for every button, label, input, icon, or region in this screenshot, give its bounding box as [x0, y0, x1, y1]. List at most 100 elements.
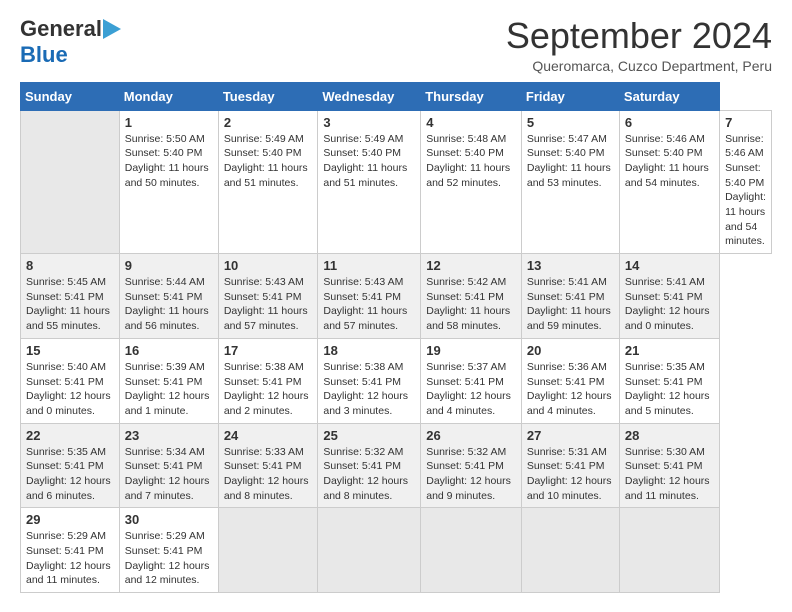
location-text: Queromarca, Cuzco Department, Peru [506, 58, 772, 74]
day-number: 19 [426, 343, 516, 358]
day-info: Sunrise: 5:45 AMSunset: 5:41 PMDaylight:… [26, 275, 114, 334]
weekday-header-wednesday: Wednesday [318, 82, 421, 110]
day-number: 9 [125, 258, 213, 273]
day-info: Sunrise: 5:30 AMSunset: 5:41 PMDaylight:… [625, 445, 714, 504]
calendar-cell: 26 Sunrise: 5:32 AMSunset: 5:41 PMDayligh… [421, 423, 522, 508]
weekday-header-tuesday: Tuesday [218, 82, 318, 110]
logo-blue-text: Blue [20, 42, 68, 68]
calendar-cell: 3Sunrise: 5:49 AMSunset: 5:40 PMDaylight… [318, 110, 421, 254]
calendar-cell [218, 508, 318, 593]
day-number: 6 [625, 115, 714, 130]
day-info: Sunrise: 5:47 AMSunset: 5:40 PMDaylight:… [527, 132, 614, 191]
day-info: Sunrise: 5:29 AMSunset: 5:41 PMDaylight:… [125, 529, 213, 588]
day-info: Sunrise: 5:41 AMSunset: 5:41 PMDaylight:… [625, 275, 714, 334]
calendar-cell: 11 Sunrise: 5:43 AMSunset: 5:41 PMDayligh… [318, 254, 421, 339]
day-number: 12 [426, 258, 516, 273]
calendar-cell: 10 Sunrise: 5:43 AMSunset: 5:41 PMDayligh… [218, 254, 318, 339]
calendar-cell: 24 Sunrise: 5:33 AMSunset: 5:41 PMDayligh… [218, 423, 318, 508]
calendar-cell: 29 Sunrise: 5:29 AMSunset: 5:41 PMDayligh… [21, 508, 120, 593]
day-number: 20 [527, 343, 614, 358]
calendar-cell: 4 Sunrise: 5:48 AMSunset: 5:40 PMDaylight… [421, 110, 522, 254]
weekday-header-sunday: Sunday [21, 82, 120, 110]
calendar-cell: 25 Sunrise: 5:32 AMSunset: 5:41 PMDayligh… [318, 423, 421, 508]
day-info: Sunrise: 5:40 AMSunset: 5:41 PMDaylight:… [26, 360, 114, 419]
calendar-cell: 2Sunrise: 5:49 AMSunset: 5:40 PMDaylight… [218, 110, 318, 254]
calendar-cell: 6Sunrise: 5:46 AMSunset: 5:40 PMDaylight… [619, 110, 719, 254]
day-info: Sunrise: 5:38 AMSunset: 5:41 PMDaylight:… [323, 360, 415, 419]
weekday-header-row: SundayMondayTuesdayWednesdayThursdayFrid… [21, 82, 772, 110]
calendar-week-row: 8 Sunrise: 5:45 AMSunset: 5:41 PMDaylight… [21, 254, 772, 339]
day-info: Sunrise: 5:42 AMSunset: 5:41 PMDaylight:… [426, 275, 516, 334]
calendar-cell [318, 508, 421, 593]
day-info: Sunrise: 5:32 AMSunset: 5:41 PMDaylight:… [426, 445, 516, 504]
calendar-cell: 16Sunrise: 5:39 AMSunset: 5:41 PMDayligh… [119, 338, 218, 423]
day-info: Sunrise: 5:41 AMSunset: 5:41 PMDaylight:… [527, 275, 614, 334]
weekday-header-monday: Monday [119, 82, 218, 110]
day-number: 26 [426, 428, 516, 443]
day-number: 24 [224, 428, 313, 443]
calendar-cell [21, 110, 120, 254]
calendar-cell: 5 Sunrise: 5:47 AMSunset: 5:40 PMDaylight… [521, 110, 619, 254]
day-number: 4 [426, 115, 516, 130]
calendar-cell: 18Sunrise: 5:38 AMSunset: 5:41 PMDayligh… [318, 338, 421, 423]
calendar-cell: 1Sunrise: 5:50 AMSunset: 5:40 PMDaylight… [119, 110, 218, 254]
calendar-cell: 23Sunrise: 5:34 AMSunset: 5:41 PMDayligh… [119, 423, 218, 508]
day-info: Sunrise: 5:34 AMSunset: 5:41 PMDaylight:… [125, 445, 213, 504]
day-number: 13 [527, 258, 614, 273]
day-info: Sunrise: 5:32 AMSunset: 5:41 PMDaylight:… [323, 445, 415, 504]
day-number: 1 [125, 115, 213, 130]
day-number: 21 [625, 343, 714, 358]
day-number: 14 [625, 258, 714, 273]
calendar-week-row: 15 Sunrise: 5:40 AMSunset: 5:41 PMDayligh… [21, 338, 772, 423]
day-info: Sunrise: 5:43 AMSunset: 5:41 PMDaylight:… [323, 275, 415, 334]
day-number: 25 [323, 428, 415, 443]
weekday-header-thursday: Thursday [421, 82, 522, 110]
day-number: 5 [527, 115, 614, 130]
day-number: 2 [224, 115, 313, 130]
day-info: Sunrise: 5:37 AMSunset: 5:41 PMDaylight:… [426, 360, 516, 419]
calendar-cell: 22 Sunrise: 5:35 AMSunset: 5:41 PMDayligh… [21, 423, 120, 508]
calendar-cell: 17Sunrise: 5:38 AMSunset: 5:41 PMDayligh… [218, 338, 318, 423]
calendar-cell: 8 Sunrise: 5:45 AMSunset: 5:41 PMDaylight… [21, 254, 120, 339]
logo-arrow-icon [103, 19, 121, 39]
calendar-cell: 15 Sunrise: 5:40 AMSunset: 5:41 PMDayligh… [21, 338, 120, 423]
day-number: 8 [26, 258, 114, 273]
calendar-cell [619, 508, 719, 593]
day-info: Sunrise: 5:35 AMSunset: 5:41 PMDaylight:… [625, 360, 714, 419]
calendar-cell: 20Sunrise: 5:36 AMSunset: 5:41 PMDayligh… [521, 338, 619, 423]
page-header: General Blue September 2024 Queromarca, … [20, 16, 772, 74]
day-info: Sunrise: 5:35 AMSunset: 5:41 PMDaylight:… [26, 445, 114, 504]
day-info: Sunrise: 5:46 AMSunset: 5:40 PMDaylight:… [725, 132, 766, 250]
day-number: 7 [725, 115, 766, 130]
calendar-table: SundayMondayTuesdayWednesdayThursdayFrid… [20, 82, 772, 594]
day-number: 28 [625, 428, 714, 443]
day-number: 10 [224, 258, 313, 273]
day-number: 22 [26, 428, 114, 443]
calendar-cell: 21 Sunrise: 5:35 AMSunset: 5:41 PMDayligh… [619, 338, 719, 423]
day-number: 3 [323, 115, 415, 130]
calendar-cell: 19 Sunrise: 5:37 AMSunset: 5:41 PMDayligh… [421, 338, 522, 423]
day-number: 11 [323, 258, 415, 273]
day-number: 27 [527, 428, 614, 443]
day-info: Sunrise: 5:43 AMSunset: 5:41 PMDaylight:… [224, 275, 313, 334]
day-info: Sunrise: 5:33 AMSunset: 5:41 PMDaylight:… [224, 445, 313, 504]
calendar-cell: 14 Sunrise: 5:41 AMSunset: 5:41 PMDayligh… [619, 254, 719, 339]
day-number: 29 [26, 512, 114, 527]
day-number: 16 [125, 343, 213, 358]
weekday-header-friday: Friday [521, 82, 619, 110]
day-number: 17 [224, 343, 313, 358]
calendar-week-row: 22 Sunrise: 5:35 AMSunset: 5:41 PMDayligh… [21, 423, 772, 508]
logo: General Blue [20, 16, 122, 68]
calendar-cell: 12 Sunrise: 5:42 AMSunset: 5:41 PMDayligh… [421, 254, 522, 339]
title-block: September 2024 Queromarca, Cuzco Departm… [506, 16, 772, 74]
day-info: Sunrise: 5:29 AMSunset: 5:41 PMDaylight:… [26, 529, 114, 588]
calendar-cell: 9Sunrise: 5:44 AMSunset: 5:41 PMDaylight… [119, 254, 218, 339]
day-info: Sunrise: 5:48 AMSunset: 5:40 PMDaylight:… [426, 132, 516, 191]
weekday-header-saturday: Saturday [619, 82, 719, 110]
day-number: 15 [26, 343, 114, 358]
calendar-cell: 28 Sunrise: 5:30 AMSunset: 5:41 PMDayligh… [619, 423, 719, 508]
calendar-cell: 13 Sunrise: 5:41 AMSunset: 5:41 PMDayligh… [521, 254, 619, 339]
calendar-week-row: 1Sunrise: 5:50 AMSunset: 5:40 PMDaylight… [21, 110, 772, 254]
month-title: September 2024 [506, 16, 772, 56]
calendar-cell: 30Sunrise: 5:29 AMSunset: 5:41 PMDayligh… [119, 508, 218, 593]
